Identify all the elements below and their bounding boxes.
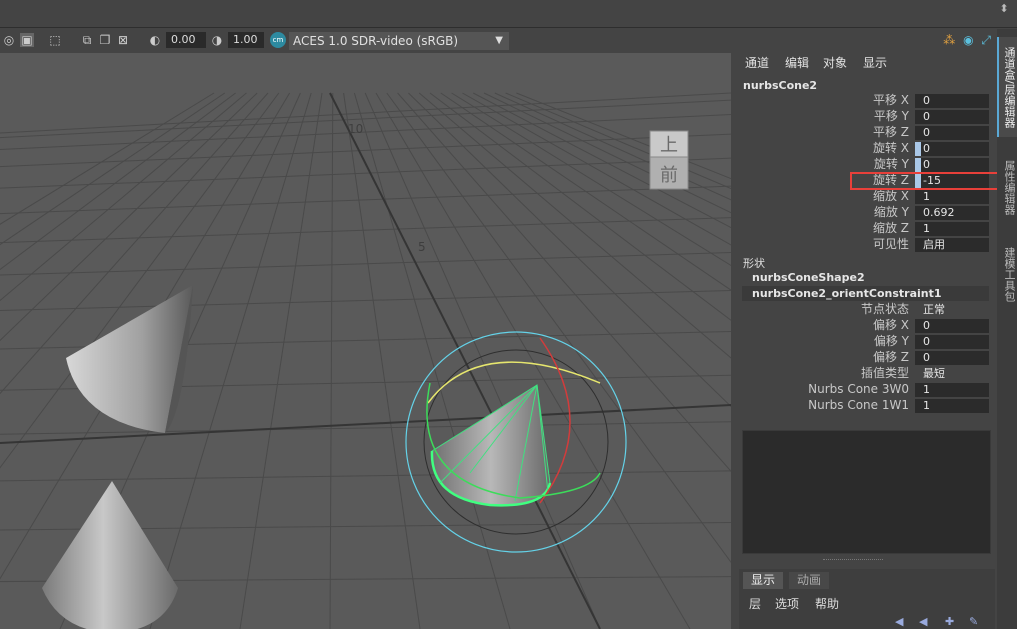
xray-icon[interactable]: ▣ [20,33,34,47]
constraint-attr-value-field[interactable]: 0 [915,319,989,333]
grid-label-5: 5 [418,240,426,254]
shapes-title: 形状 [743,257,765,270]
move-layer-down-icon[interactable]: ◀ [919,615,927,628]
constraint-attr-value-field[interactable]: 1 [915,383,989,397]
constraint-attr-label[interactable]: 偏移 Z [733,350,909,365]
attr-value-field[interactable]: 0 [915,110,989,124]
object-name[interactable]: nurbsCone2 [743,79,817,92]
constraint-attr-label[interactable]: 偏移 X [733,318,909,333]
top-strip: ⬍ [0,0,1017,28]
attr-label[interactable]: 平移 Y [733,109,909,124]
color-space-label: ACES 1.0 SDR-video (sRGB) [293,34,459,48]
attr-value-field[interactable]: 1 [915,222,989,236]
collapse-arrow-icon[interactable]: ⬍ [997,2,1011,16]
new-layer-icon[interactable]: ✚ [945,615,954,628]
panel-icons: ⁂ ◉ ⤢ [943,33,991,48]
viewcube-front-face[interactable]: 前 [660,165,678,186]
menu-edit[interactable]: 编辑 [785,54,809,71]
attr-value-field[interactable]: 启用 [915,238,989,252]
constraint-attr-value-field[interactable]: 最短 [915,367,989,381]
exposure-field[interactable]: 0.00 [166,32,206,48]
new-layer-selected-icon[interactable]: ✎ [969,615,978,628]
menu-help[interactable]: 帮助 [815,595,839,612]
annotation-highlight [850,172,1016,190]
tab-attribute-editor[interactable]: 属性编辑器 [997,147,1017,227]
constraint-attr-value-field[interactable]: 1 [915,399,989,413]
gamma-icon[interactable]: ◑ [210,33,224,47]
attr-label[interactable]: 缩放 Z [733,221,909,236]
attr-label[interactable]: 平移 X [733,93,909,108]
constraint-attr-label[interactable]: 节点状态 [733,302,909,317]
channel-box-empty-area [742,430,991,554]
constraint-attr-label[interactable]: 偏移 Y [733,334,909,349]
constraint-attr-value-field[interactable]: 0 [915,335,989,349]
attr-label[interactable]: 可见性 [733,237,909,252]
tab-display[interactable]: 显示 [743,572,784,589]
attr-label[interactable]: 旋转 X [733,141,909,156]
move-layer-up-icon[interactable]: ◀ [895,615,903,628]
layout-icon[interactable]: ⧉ [80,33,94,47]
float-panel-icon[interactable]: ⤢ [981,33,991,47]
attr-label[interactable]: 缩放 X [733,189,909,204]
exposure-icon[interactable]: ◐ [148,33,162,47]
menu-layers[interactable]: 层 [749,595,761,612]
attr-value-field[interactable]: 0 [915,142,989,156]
color-space-select[interactable]: ACES 1.0 SDR-video (sRGB) ▼ [289,32,509,50]
attr-value-field[interactable]: 0 [915,94,989,108]
attr-value-field[interactable]: 0.692 [915,206,989,220]
gamma-field[interactable]: 1.00 [228,32,264,48]
attr-label[interactable]: 缩放 Y [733,205,909,220]
viewport-toolbar: ◎ ▣ ⬚ ⧉ ❐ ⊠ ◐ 0.00 ◑ 1.00 cm ACES 1.0 SD… [0,29,731,54]
attr-value-field[interactable]: 0 [915,158,989,172]
color-management-icon[interactable]: cm [270,32,286,48]
refresh-icon[interactable]: ◉ [963,33,973,47]
constraint-attr-value-field[interactable]: 0 [915,351,989,365]
scene-view[interactable]: 10 5 [0,53,731,629]
layer-editor: 显示 动画 层 选项 帮助 ◀ ◀ ✚ ✎ [739,569,995,629]
viewport-panel[interactable]: ◎ ▣ ⬚ ⧉ ❐ ⊠ ◐ 0.00 ◑ 1.00 cm ACES 1.0 SD… [0,29,731,629]
copy-view-icon[interactable]: ❐ [98,33,112,47]
menu-object[interactable]: 对象 [823,54,847,71]
tab-anim[interactable]: 动画 [789,572,830,589]
side-tabs: 通道盒/层编辑器 属性编辑器 建模工具包 [997,29,1017,629]
attr-value-field[interactable]: 1 [915,190,989,204]
resolution-gate-icon[interactable]: ⊠ [116,33,130,47]
attr-label[interactable]: 平移 Z [733,125,909,140]
constraint-attr-label[interactable]: Nurbs Cone 3W0 [733,382,909,397]
menu-options[interactable]: 选项 [775,595,799,612]
tab-modeling-toolkit[interactable]: 建模工具包 [997,234,1017,314]
node-graph-icon[interactable]: ⁂ [943,33,955,47]
attr-value-field[interactable]: 0 [915,126,989,140]
panel-splitter[interactable] [823,559,883,562]
constraint-node[interactable]: nurbsCone2_orientConstraint1 [742,286,989,301]
isolate-icon[interactable]: ◎ [2,33,16,47]
tab-channel-box-layer-editor[interactable]: 通道盒/层编辑器 [997,37,1017,137]
grid-label-10: 10 [348,122,363,136]
menu-channels[interactable]: 通道 [745,54,769,71]
channel-box-panel: ⁂ ◉ ⤢ 通道 编辑 对象 显示 nurbsCone2 平移 X 0 平移 Y0平… [733,29,1016,629]
attr-label[interactable]: 旋转 Y [733,157,909,172]
menu-show[interactable]: 显示 [863,54,887,71]
select-region-icon[interactable]: ⬚ [48,33,62,47]
shape-node[interactable]: nurbsConeShape2 [742,270,989,285]
constraint-attr-label[interactable]: 插值类型 [733,366,909,381]
viewcube[interactable]: 上 前 [648,129,690,191]
constraint-attr-label[interactable]: Nurbs Cone 1W1 [733,398,909,413]
chevron-down-icon: ▼ [495,35,503,46]
constraint-attr-value-field[interactable]: 正常 [915,303,989,317]
viewcube-top-face[interactable]: 上 [660,135,678,156]
